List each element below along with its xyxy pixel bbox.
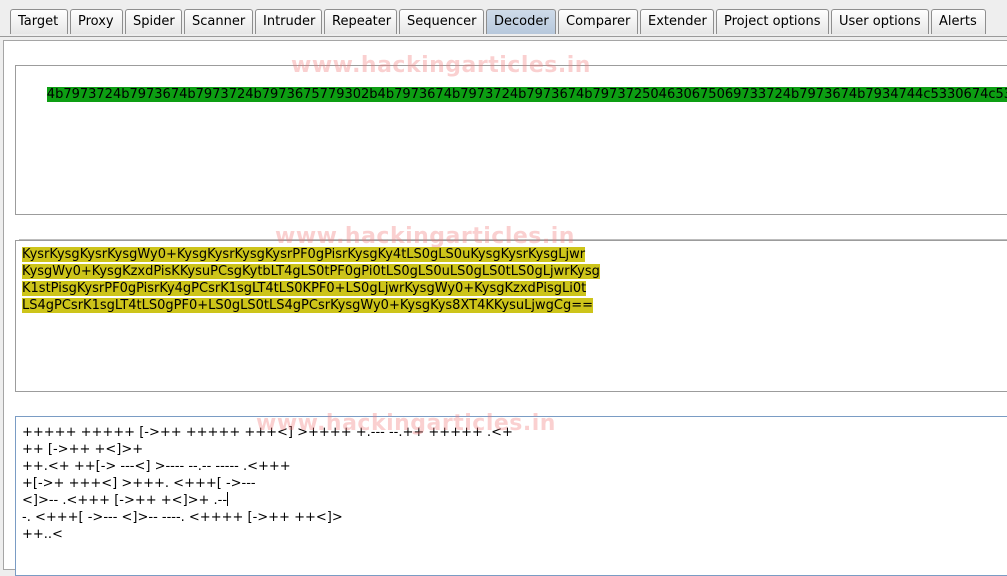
output-line[interactable]: ++ [->++ +<]>+ [22,442,143,457]
base64-line[interactable]: LS4gPCsrK1sgLT4tLS0gPF0+LS0gLS0tLS4gPCsr… [22,298,594,313]
base64-line[interactable]: KysgWy0+KysgKzxdPisKKysuPCsgKytbLT4gLS0t… [22,264,600,279]
output-text-block[interactable]: +++++ +++++ [->++ +++++ +++<] >++++ +.--… [22,424,513,543]
tab-comparer[interactable]: Comparer [558,9,638,34]
output-line[interactable]: +++++ +++++ [->++ +++++ +++<] >++++ +.--… [22,425,513,440]
tab-alerts[interactable]: Alerts [931,9,986,34]
decoder-panel-base64[interactable]: KysrKysgKysrKysgWy0+KysgKysrKysgKysrPF0g… [15,240,1007,392]
text-caret [227,492,229,506]
base64-line[interactable]: KysrKysgKysrKysgWy0+KysgKysrKysgKysrPF0g… [22,247,586,262]
output-line[interactable]: <]>-- .<+++ [->++ +<]>+ .-- [22,493,227,508]
output-line[interactable]: ++.<+ ++[-> ---<] >---- --.-- ----- .<++… [22,459,291,474]
tab-spider[interactable]: Spider [125,9,182,34]
tab-sequencer[interactable]: Sequencer [399,9,484,34]
hex-text[interactable]: 4b7973724b7973674b7973724b7973675779302b… [46,87,1007,102]
tab-project-options[interactable]: Project options [716,9,829,34]
tab-user-options[interactable]: User options [831,9,929,34]
base64-text-block[interactable]: KysrKysgKysrKysgWy0+KysgKysrKysgKysrPF0g… [22,246,600,314]
decoder-content-area: 4b7973724b7973674b7973724b7973675779302b… [3,40,1007,576]
decoder-panel-output[interactable]: +++++ +++++ [->++ +++++ +++<] >++++ +.--… [15,416,1007,576]
tab-scanner[interactable]: Scanner [184,9,253,34]
output-line[interactable]: +[->+ +++<] >+++. <+++[ ->--- [22,476,256,491]
tab-repeater[interactable]: Repeater [324,9,397,34]
tab-intruder[interactable]: Intruder [255,9,322,34]
base64-line[interactable]: K1stPisgKysrPF0gPisrKy4gPCsrK1sgLT4tLS0K… [22,281,587,296]
tab-extender[interactable]: Extender [640,9,714,34]
tab-decoder[interactable]: Decoder [486,9,556,34]
tab-target[interactable]: Target [10,9,68,34]
output-line[interactable]: ++..< [22,527,63,542]
decoder-panel-hex[interactable]: 4b7973724b7973674b7973724b7973675779302b… [15,65,1007,215]
main-tab-bar: Target Proxy Spider Scanner Intruder Repeater… [0,0,1007,37]
tab-proxy[interactable]: Proxy [70,9,123,34]
output-line[interactable]: -. <+++[ ->--- <]>-- ----. <++++ [->++ +… [22,510,343,525]
